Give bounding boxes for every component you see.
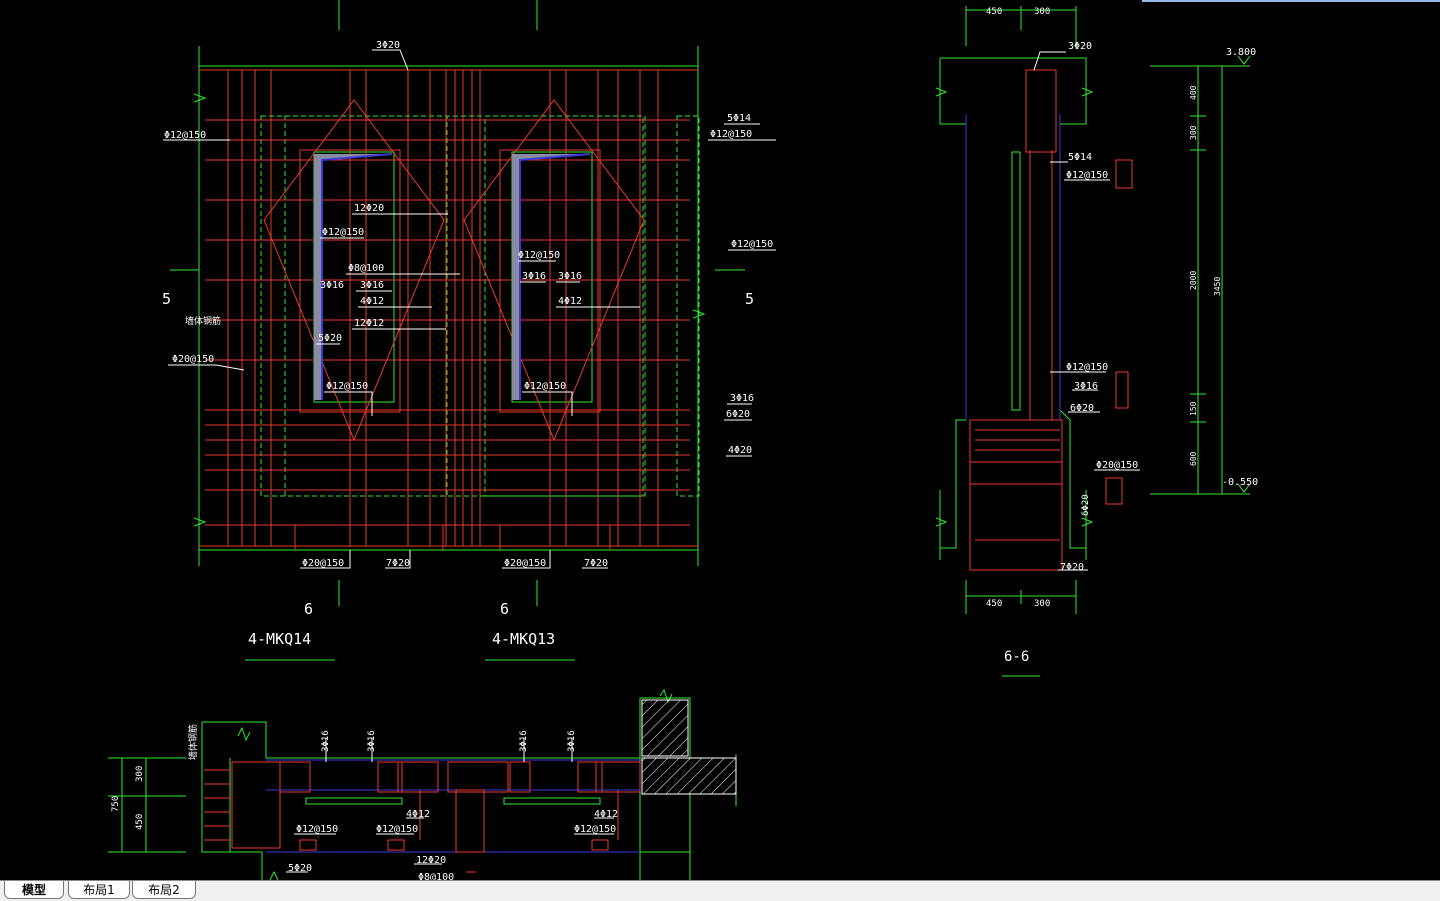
plan-v1: 3Φ16 (321, 730, 331, 752)
section-rebar (969, 69, 1133, 571)
section-mark-bottom-right: 6 (500, 600, 509, 618)
cad-drawing-canvas[interactable]: 3Φ20 Φ12@150 5Φ14 Φ12@150 Φ12@150 3Φ16 6… (0, 0, 1440, 880)
vdim-400: 400 (1189, 85, 1198, 100)
tab-layout-2[interactable]: 布局2 (132, 881, 196, 899)
label-inner-3phi16-a: 3Φ16 (522, 271, 546, 282)
vdim-300: 300 (1189, 125, 1198, 140)
plan-labels: 750 300 450 墙体钢筋 3Φ16 3Φ16 3Φ16 3Φ16 4Φ1… (111, 724, 618, 880)
plan-side-note: 墙体钢筋 (187, 724, 199, 760)
plan-hatched-slab (641, 757, 737, 795)
label-inner-4phi12: 4Φ12 (558, 296, 582, 307)
level-bottom: -0.550 (1222, 477, 1258, 488)
dim-top-300: 300 (1034, 7, 1050, 17)
section-mark-bottom-left: 6 (304, 600, 313, 618)
elevation-rebar (199, 69, 698, 550)
label-6-3phi16: 3Φ16 (1074, 381, 1098, 392)
plan-hidden-lines (266, 759, 640, 853)
plan-v3: 3Φ16 (519, 730, 529, 752)
dim-top-450: 450 (986, 7, 1002, 17)
label-6-phi12-a: Φ12@150 (1066, 170, 1108, 181)
label-bottom-l-phi20: Φ20@150 (302, 558, 344, 569)
label-12phi12: 12Φ12 (354, 318, 384, 329)
label-right-5phi14: 5Φ14 (727, 113, 751, 124)
section-leaders (1033, 51, 1140, 571)
plan-a-4phi12: 4Φ12 (406, 809, 430, 820)
label-phi8-100: Φ8@100 (348, 263, 384, 274)
section-hidden-lines (965, 114, 1061, 420)
label-right-3phi16: 3Φ16 (730, 393, 754, 404)
label-3phi16-b: 3Φ16 (360, 280, 384, 291)
label-bot-phi12-right: Φ12@150 (524, 381, 566, 392)
label-phi12-150: Φ12@150 (322, 227, 364, 238)
section-wall-strip (1011, 151, 1021, 411)
label-right-4phi20: 4Φ20 (728, 445, 752, 456)
label-inner-3phi16-b: 3Φ16 (558, 271, 582, 282)
tab-model[interactable]: 模型 (4, 881, 64, 899)
opening-frames (314, 153, 591, 400)
plan-a-phi12: Φ12@150 (296, 824, 338, 835)
label-right-6phi20: 6Φ20 (726, 409, 750, 420)
level-top: 3.800 (1226, 47, 1256, 58)
label-3phi16-a: 3Φ16 (320, 280, 344, 291)
plan-dim-lower: 450 (135, 814, 145, 830)
plan-b-phi12: Φ12@150 (376, 824, 418, 835)
vdim-600: 600 (1189, 451, 1198, 466)
plan-d-12phi20: 12Φ20 (416, 855, 446, 866)
caption-right: 4-MKQ13 (492, 630, 555, 648)
label-4phi12: 4Φ12 (360, 296, 384, 307)
section-6-6-labels: 450 300 450 300 3.800 -0.550 400 300 200… (986, 7, 1258, 665)
section-title: 6-6 (1004, 649, 1029, 665)
label-6-5phi14: 5Φ14 (1068, 152, 1092, 163)
label-right-mid: Φ12@150 (731, 239, 773, 250)
plan-v4: 3Φ16 (567, 730, 577, 752)
elevation-outline (170, 0, 745, 661)
elevation-view (163, 0, 776, 661)
label-bot-phi12-left: Φ12@150 (326, 381, 368, 392)
label-left-20-150: Φ20@150 (172, 354, 214, 365)
dim-bottom-450: 450 (986, 599, 1002, 609)
vdim-2000: 2000 (1189, 271, 1198, 290)
section-6-6-view (935, 6, 1251, 677)
plan-f-phi8: Φ8@100 (418, 872, 454, 880)
dim-bottom-300: 300 (1034, 599, 1050, 609)
section-outline (935, 6, 1251, 677)
tab-layout-2-label: 布局2 (148, 883, 180, 897)
tab-layout-1-label: 布局1 (83, 883, 115, 897)
label-left-dist: Φ12@150 (164, 130, 206, 141)
vdim-150: 150 (1189, 401, 1198, 416)
layout-tab-bar: 模型 布局1 布局2 (0, 880, 1440, 901)
section-mark-right: 5 (745, 290, 754, 308)
plan-hatched-column (641, 699, 689, 757)
label-right-dist: Φ12@150 (710, 129, 752, 140)
label-top-bar: 3Φ20 (376, 40, 400, 51)
label-bottom-r-phi20: Φ20@150 (504, 558, 546, 569)
label-6-6phi20: 6Φ20 (1070, 403, 1094, 414)
section-mark-left: 5 (162, 290, 171, 308)
label-6-7phi20: 7Φ20 (1060, 562, 1084, 573)
plan-c-phi12: Φ12@150 (574, 824, 616, 835)
elevation-labels: 3Φ20 Φ12@150 5Φ14 Φ12@150 Φ12@150 3Φ16 6… (162, 40, 773, 648)
plan-view (108, 688, 737, 880)
label-inner-phi12-right: Φ12@150 (518, 250, 560, 261)
label-6-6phi20-v: 6Φ20 (1081, 494, 1091, 516)
caption-left: 4-MKQ14 (248, 630, 311, 648)
label-left-side-note: 墙体钢筋 (185, 315, 221, 327)
plan-dim-total: 750 (111, 796, 121, 812)
tab-model-label: 模型 (21, 883, 46, 897)
label-6-phi20: Φ20@150 (1096, 460, 1138, 471)
vdim-total: 3450 (1213, 277, 1222, 296)
label-12phi20: 12Φ20 (354, 203, 384, 214)
plan-v2: 3Φ16 (367, 730, 377, 752)
tab-layout-1[interactable]: 布局1 (68, 881, 130, 899)
label-bottom-l-7phi20: 7Φ20 (386, 558, 410, 569)
label-bottom-r-7phi20: 7Φ20 (584, 558, 608, 569)
label-6-phi12-b: Φ12@150 (1066, 362, 1108, 373)
plan-b-4phi12: 4Φ12 (594, 809, 618, 820)
label-6-3phi20: 3Φ20 (1068, 41, 1092, 52)
label-5phi20: 5Φ20 (318, 333, 342, 344)
plan-e-5phi20: 5Φ20 (288, 863, 312, 874)
plan-dim-upper: 300 (135, 766, 145, 782)
